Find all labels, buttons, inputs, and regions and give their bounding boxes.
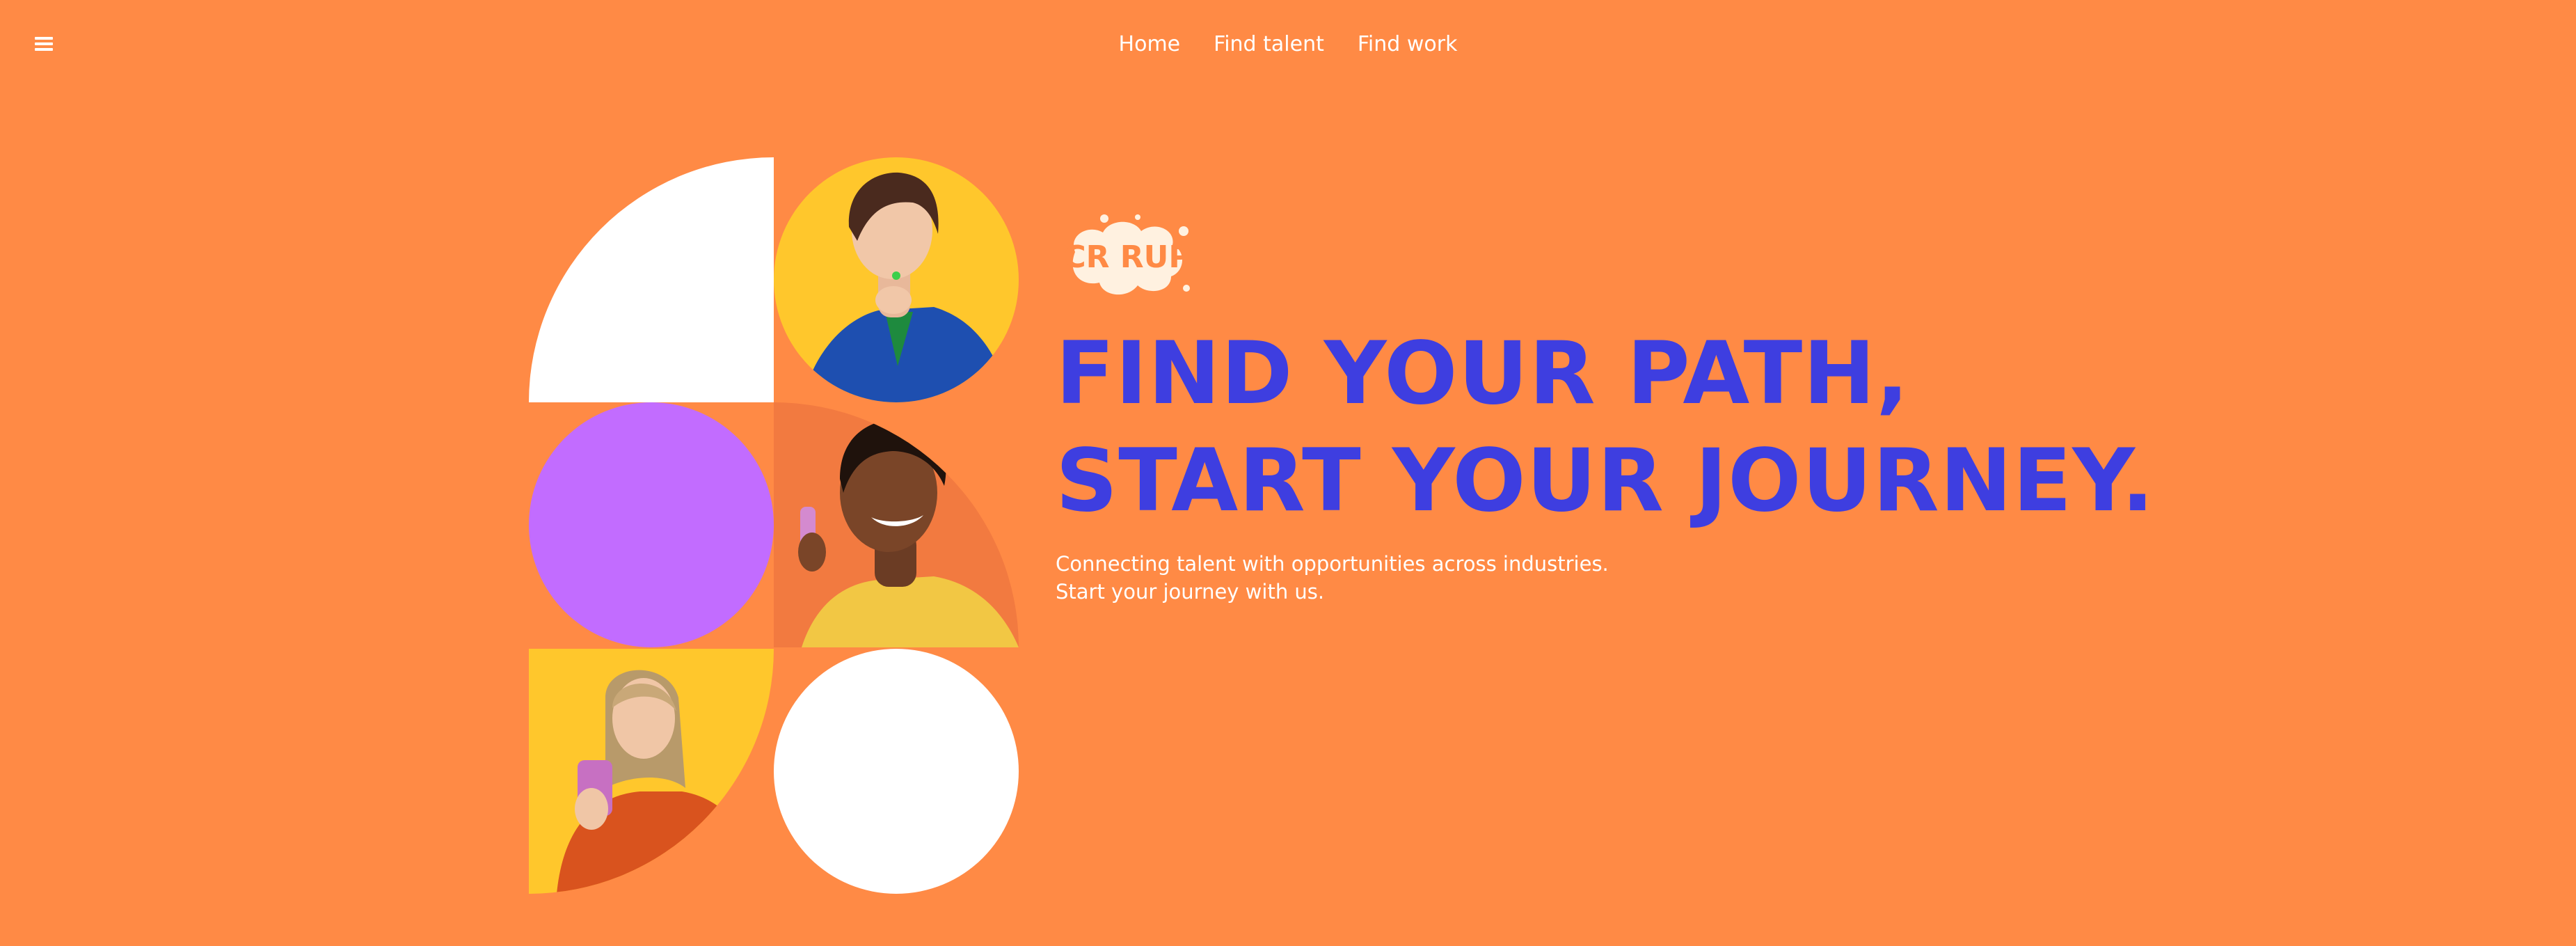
hero-headline: FIND YOUR PATH, START YOUR JOURNEY. (1056, 320, 2155, 535)
photo-woman-blue-jacket (774, 157, 1019, 402)
main-nav: Home Find talent Find work (0, 28, 2576, 61)
nav-find-talent-link[interactable]: Find talent (1214, 28, 1324, 61)
logo-text: CR RUP (1063, 239, 1191, 275)
purple-circle (529, 402, 774, 647)
photo-woman-smartphone (529, 649, 774, 894)
subtext-line-2: Start your journey with us. (1056, 580, 1325, 604)
headline-line-2: START YOUR JOURNEY. (1056, 431, 2155, 531)
photo-woman-phone-call (774, 402, 1019, 647)
white-circle (774, 649, 1019, 894)
headline-line-1: FIND YOUR PATH, (1056, 324, 1910, 424)
white-quarter-circle (529, 157, 774, 402)
subtext-line-1: Connecting talent with opportunities acr… (1056, 552, 1609, 576)
hero-collage (529, 157, 1019, 894)
hero-subtext: Connecting talent with opportunities acr… (1056, 550, 1609, 606)
nav-home-link[interactable]: Home (1119, 28, 1181, 61)
nav-find-work-link[interactable]: Find work (1358, 28, 1458, 61)
brand-logo[interactable]: CR RUP (1061, 210, 1193, 301)
